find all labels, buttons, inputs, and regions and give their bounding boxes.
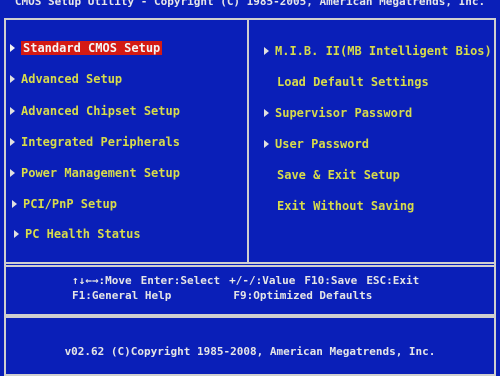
arrow-right-icon xyxy=(10,137,15,146)
help-value: +/-/:Value xyxy=(229,274,296,287)
window-title: CMOS Setup Utility - Copyright (C) 1985-… xyxy=(0,0,500,16)
arrow-right-icon xyxy=(10,43,15,52)
menu-item-power-management-setup[interactable]: Power Management Setup xyxy=(10,165,180,181)
arrow-right-icon xyxy=(14,229,19,238)
menu-item-standard-cmos-setup[interactable]: Standard CMOS Setup xyxy=(10,40,163,56)
arrow-right-icon xyxy=(264,139,269,148)
help-line-2: F1:General Help F9:Optimized Defaults xyxy=(72,289,381,303)
arrow-right-icon xyxy=(264,108,269,117)
menu-item-user-password[interactable]: User Password xyxy=(264,136,369,152)
help-exit: ESC:Exit xyxy=(366,274,420,287)
footer-copyright: v02.62 (C)Copyright 1985-2008, American … xyxy=(64,345,436,358)
arrow-right-icon xyxy=(264,46,269,55)
arrow-right-icon xyxy=(10,168,15,177)
menu-item-advanced-chipset-setup[interactable]: Advanced Chipset Setup xyxy=(10,103,180,119)
arrow-right-icon xyxy=(10,106,15,115)
menu-item-exit-without-saving[interactable]: Exit Without Saving xyxy=(277,198,414,214)
menu-item-load-default-settings[interactable]: Load Default Settings xyxy=(277,74,429,90)
help-general: F1:General Help xyxy=(72,289,172,302)
menu-item-mib-ii[interactable]: M.I.B. II(MB Intelligent Bios) xyxy=(264,43,492,59)
menu-item-advanced-setup[interactable]: Advanced Setup xyxy=(10,71,122,87)
help-line-1: ↑↓←→:Move Enter:Select +/-/:Value F10:Save E… xyxy=(72,274,428,288)
arrow-right-icon xyxy=(10,74,15,83)
menu-item-save-exit-setup[interactable]: Save & Exit Setup xyxy=(277,167,400,183)
menu-item-pc-health-status[interactable]: PC Health Status xyxy=(14,226,141,242)
help-optimized-defaults: F9:Optimized Defaults xyxy=(233,289,373,302)
menu-divider xyxy=(247,20,249,263)
arrow-right-icon xyxy=(12,199,17,208)
help-move: ↑↓←→:Move xyxy=(72,274,132,287)
help-save: F10:Save xyxy=(304,274,358,287)
help-select: Enter:Select xyxy=(140,274,221,287)
menu-item-supervisor-password[interactable]: Supervisor Password xyxy=(264,105,412,121)
menu-item-integrated-peripherals[interactable]: Integrated Peripherals xyxy=(10,134,180,150)
menu-item-pci-pnp-setup[interactable]: PCI/PnP Setup xyxy=(12,196,117,212)
